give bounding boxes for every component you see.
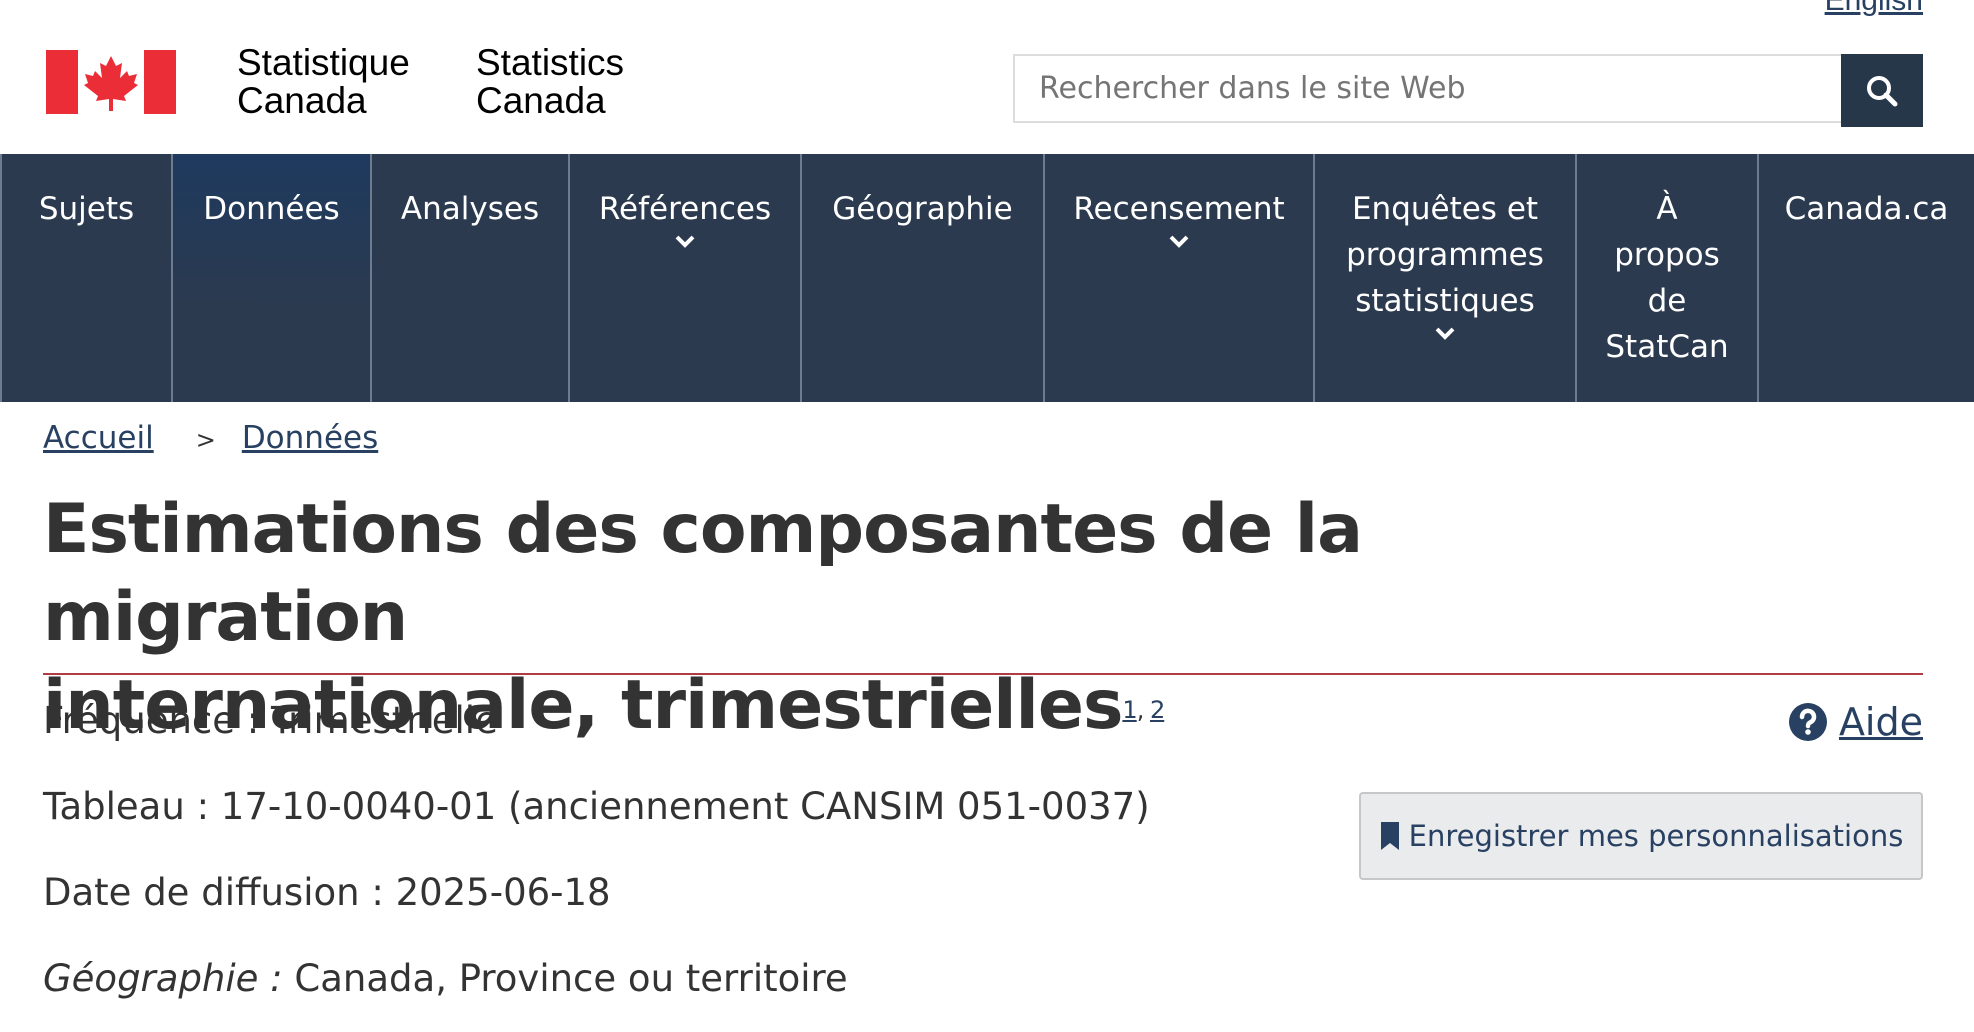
table-value: 17-10-0040-01 (anciennement CANSIM 051-0… bbox=[220, 785, 1150, 828]
nav-label: Données bbox=[203, 191, 340, 227]
nav-item-donnees[interactable]: Données bbox=[171, 154, 370, 402]
nav-item-recensement[interactable]: Recensement bbox=[1043, 154, 1313, 402]
nav-item-a-propos[interactable]: À propos de StatCan bbox=[1575, 154, 1757, 402]
nav-item-references[interactable]: Références bbox=[568, 154, 800, 402]
search-button[interactable] bbox=[1841, 54, 1923, 127]
frequency-info: Fréquence : Trimestrielle bbox=[43, 699, 498, 742]
release-date-info: Date de diffusion : 2025-06-18 bbox=[43, 871, 611, 914]
signature-en: Statistics Canada bbox=[476, 44, 624, 120]
language-toggle-link[interactable]: English bbox=[1825, 0, 1923, 18]
question-circle-icon bbox=[1788, 703, 1827, 741]
signature-en-line2: Canada bbox=[476, 80, 606, 121]
signature-en-line1: Statistics bbox=[476, 42, 625, 83]
page-title-line1: Estimations des composantes de la migrat… bbox=[43, 490, 1363, 657]
breadcrumb-home-link[interactable]: Accueil bbox=[43, 420, 154, 456]
nav-item-enquetes[interactable]: Enquêtes et programmes statistiques bbox=[1313, 154, 1575, 402]
nav-label: Canada.ca bbox=[1784, 191, 1949, 227]
signature-fr-line1: Statistique bbox=[237, 42, 410, 83]
geography-label: Géographie : bbox=[43, 957, 283, 1000]
breadcrumb: Accueil > Données bbox=[43, 420, 378, 456]
nav-label-line: propos bbox=[1614, 237, 1720, 273]
nav-label-line: programmes bbox=[1346, 237, 1544, 273]
footnote-refs: 1, 2 bbox=[1122, 696, 1165, 724]
nav-label-line: StatCan bbox=[1605, 329, 1729, 365]
nav-label: Analyses bbox=[400, 191, 540, 227]
chevron-down-icon bbox=[1169, 235, 1189, 248]
table-info: Tableau : 17-10-0040-01 (anciennement CA… bbox=[43, 785, 1150, 828]
breadcrumb-separator: > bbox=[195, 425, 216, 454]
nav-label: Sujets bbox=[38, 191, 135, 227]
search-input[interactable] bbox=[1013, 54, 1841, 123]
chevron-down-icon bbox=[675, 235, 695, 248]
footnote-2-link[interactable]: 2 bbox=[1150, 696, 1165, 724]
search-bar bbox=[1013, 54, 1923, 127]
table-label: Tableau : bbox=[43, 785, 210, 828]
save-customizations-button[interactable]: Enregistrer mes personnalisations bbox=[1359, 792, 1923, 880]
bookmark-icon bbox=[1380, 822, 1399, 850]
nav-item-geographie[interactable]: Géographie bbox=[800, 154, 1043, 402]
geography-value: Canada, Province ou territoire bbox=[294, 957, 848, 1000]
signature-fr-line2: Canada bbox=[237, 80, 367, 121]
site-header: English Statistique Canada Statistics Ca… bbox=[0, 0, 1974, 154]
nav-label-line: À bbox=[1656, 191, 1678, 227]
canada-flag-icon bbox=[46, 50, 176, 114]
footnote-1-link[interactable]: 1 bbox=[1122, 696, 1137, 724]
nav-item-analyses[interactable]: Analyses bbox=[370, 154, 568, 402]
nav-label-line: statistiques bbox=[1355, 283, 1535, 319]
main-menu: Sujets Données Analyses Références Géogr… bbox=[0, 154, 1974, 402]
geography-info: Géographie : Canada, Province ou territo… bbox=[43, 957, 848, 1000]
nav-label: Références bbox=[598, 191, 772, 227]
nav-item-canada-ca[interactable]: Canada.ca bbox=[1757, 154, 1974, 402]
footnote-separator: , bbox=[1136, 696, 1145, 724]
signature-fr: Statistique Canada bbox=[237, 44, 410, 120]
title-divider bbox=[43, 673, 1923, 675]
nav-label-line: Enquêtes et bbox=[1351, 191, 1539, 227]
nav-label: Géographie bbox=[832, 191, 1013, 227]
frequency-label: Fréquence : bbox=[43, 699, 260, 742]
frequency-value: Trimestrielle bbox=[271, 699, 498, 742]
help-label: Aide bbox=[1838, 700, 1923, 744]
nav-item-sujets[interactable]: Sujets bbox=[0, 154, 171, 402]
chevron-down-icon bbox=[1435, 327, 1455, 340]
nav-label: Recensement bbox=[1073, 191, 1285, 227]
help-link[interactable]: Aide bbox=[1788, 700, 1923, 744]
search-icon bbox=[1867, 75, 1898, 106]
save-customizations-label: Enregistrer mes personnalisations bbox=[1408, 819, 1904, 853]
nav-label-line: de bbox=[1647, 283, 1687, 319]
breadcrumb-donnees-link[interactable]: Données bbox=[242, 420, 378, 456]
release-date-value: 2025-06-18 bbox=[395, 871, 611, 914]
release-date-label: Date de diffusion : bbox=[43, 871, 384, 914]
